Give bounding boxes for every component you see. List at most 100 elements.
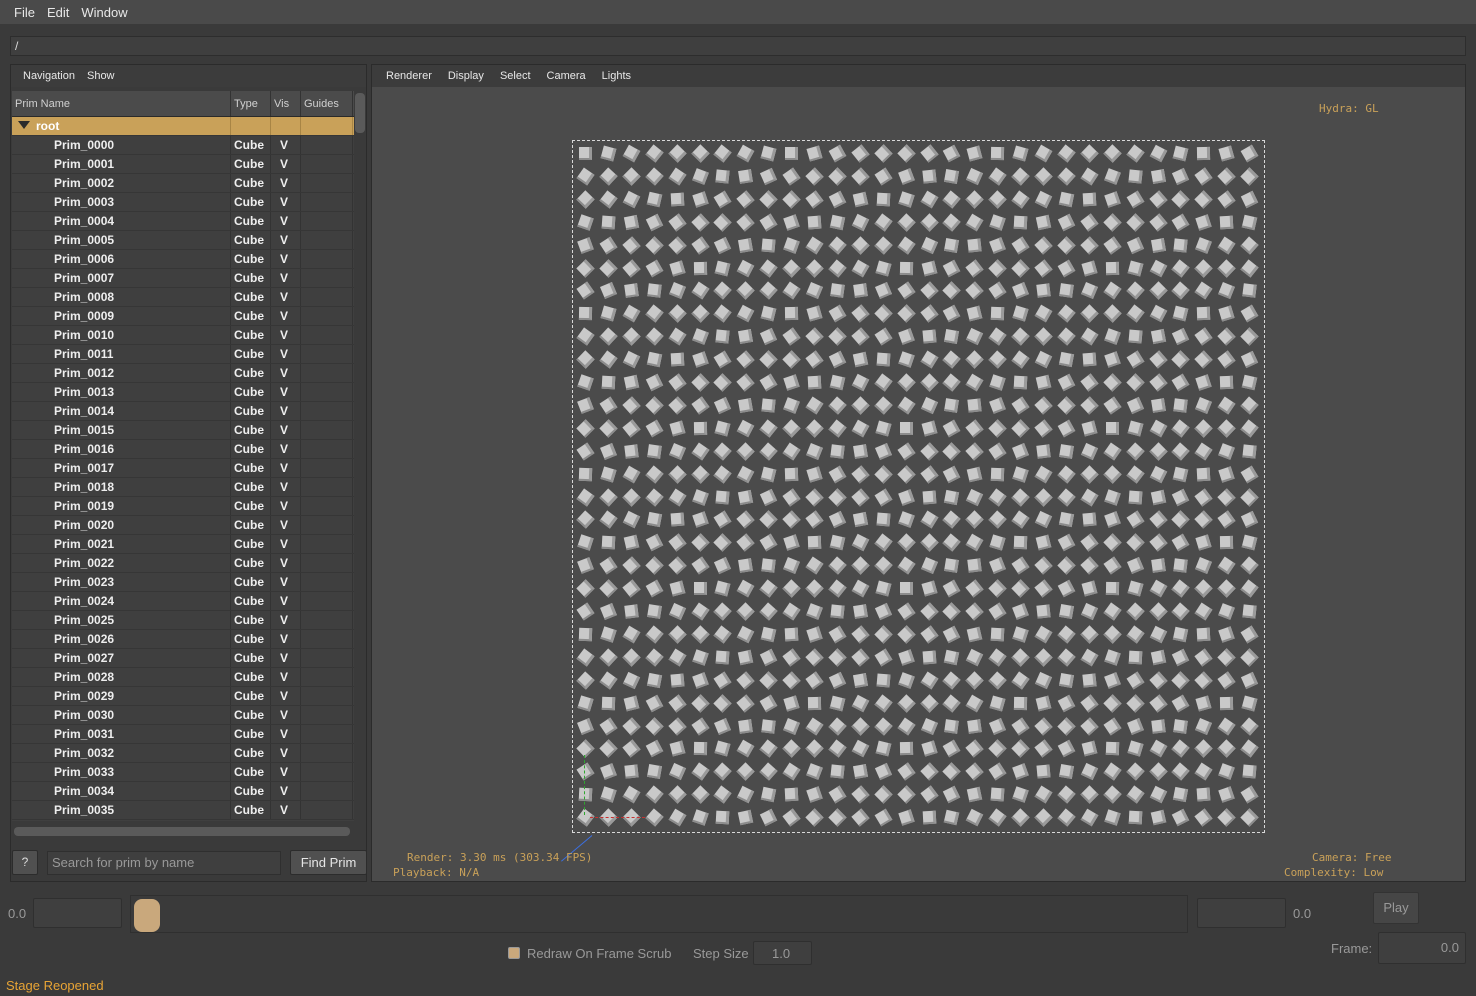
cube-prim[interactable] — [690, 716, 710, 736]
cube-prim[interactable] — [1197, 146, 1211, 161]
cube-prim[interactable] — [943, 419, 961, 438]
cube-prim[interactable] — [1240, 739, 1259, 759]
cube-prim[interactable] — [1171, 602, 1191, 621]
cube-prim[interactable] — [852, 764, 868, 780]
cube-prim[interactable] — [1150, 397, 1166, 413]
cube-prim[interactable] — [1103, 351, 1121, 368]
cube-prim[interactable] — [1057, 716, 1076, 736]
cube-prim[interactable] — [1217, 190, 1236, 209]
cube-prim[interactable] — [1218, 282, 1236, 300]
cube-prim[interactable] — [713, 625, 733, 644]
cube-prim[interactable] — [782, 350, 801, 369]
cube-prim[interactable] — [784, 467, 799, 481]
cube-prim[interactable] — [690, 602, 710, 621]
cube-prim[interactable] — [736, 740, 755, 758]
cube-prim[interactable] — [1172, 533, 1190, 552]
cube-prim[interactable] — [690, 442, 710, 461]
cube-prim[interactable] — [645, 534, 663, 552]
cube-prim[interactable] — [645, 464, 664, 484]
cube-prim[interactable] — [576, 258, 595, 278]
cube-prim[interactable] — [1196, 467, 1211, 481]
cube-prim[interactable] — [944, 558, 960, 574]
cube-prim[interactable] — [1080, 648, 1099, 667]
cube-prim[interactable] — [1103, 716, 1122, 736]
cube-prim[interactable] — [645, 327, 664, 346]
cube-prim[interactable] — [713, 671, 732, 690]
cube-prim[interactable] — [1125, 442, 1145, 461]
cube-prim[interactable] — [784, 787, 799, 802]
cube-prim[interactable] — [897, 556, 916, 575]
cube-prim[interactable] — [1080, 464, 1099, 484]
cube-prim[interactable] — [1103, 649, 1121, 666]
cube-prim[interactable] — [759, 579, 778, 598]
cube-prim[interactable] — [1125, 304, 1145, 323]
cube-prim[interactable] — [805, 808, 824, 827]
cube-prim[interactable] — [693, 582, 707, 596]
cube-prim[interactable] — [737, 419, 755, 438]
cube-prim[interactable] — [737, 785, 755, 804]
cube-prim[interactable] — [1194, 762, 1213, 781]
cube-prim[interactable] — [897, 442, 916, 461]
cube-prim[interactable] — [966, 305, 983, 322]
cube-prim[interactable] — [759, 602, 778, 621]
cube-prim[interactable] — [713, 785, 732, 804]
prim-tree[interactable]: Prim Name Type Vis Guides root Prim_0000… — [12, 91, 354, 821]
cube-prim[interactable] — [988, 281, 1007, 300]
cube-prim[interactable] — [690, 396, 710, 415]
cube-prim[interactable] — [897, 716, 916, 736]
cube-prim[interactable] — [828, 739, 847, 759]
cube-prim[interactable] — [805, 510, 824, 529]
cube-prim[interactable] — [714, 740, 731, 757]
find-prim-button[interactable]: Find Prim — [290, 850, 367, 875]
cube-prim[interactable] — [897, 511, 915, 529]
cube-prim[interactable] — [1125, 281, 1145, 301]
cube-prim[interactable] — [1034, 396, 1053, 415]
tree-row[interactable]: Prim_0027 Cube V — [12, 649, 354, 668]
cube-prim[interactable] — [782, 602, 801, 621]
cube-prim[interactable] — [713, 533, 733, 552]
cube-prim[interactable] — [1035, 214, 1052, 230]
cube-prim[interactable] — [805, 419, 824, 438]
cube-prim[interactable] — [1171, 350, 1191, 369]
prim-vis[interactable]: V — [271, 326, 301, 344]
cube-prim[interactable] — [1149, 419, 1167, 438]
cube-prim[interactable] — [782, 671, 801, 690]
cube-prim[interactable] — [1012, 442, 1030, 460]
cube-prim[interactable] — [990, 627, 1005, 642]
cube-prim[interactable] — [944, 329, 960, 345]
cube-prim[interactable] — [1217, 579, 1236, 598]
cube-prim[interactable] — [1036, 604, 1051, 619]
cube-prim[interactable] — [668, 488, 687, 506]
cube-prim[interactable] — [805, 167, 824, 186]
cube-prim[interactable] — [1105, 421, 1119, 435]
cube-prim[interactable] — [1126, 510, 1145, 529]
cube-prim[interactable] — [1057, 327, 1076, 346]
prim-vis[interactable]: V — [271, 231, 301, 249]
cube-prim[interactable] — [599, 510, 618, 529]
cube-prim[interactable] — [1102, 144, 1122, 163]
cube-prim[interactable] — [736, 533, 755, 552]
cube-prim[interactable] — [1034, 625, 1053, 644]
cube-prim[interactable] — [691, 809, 709, 826]
cube-prim[interactable] — [806, 603, 823, 620]
prim-search-input[interactable]: Search for prim by name — [47, 851, 281, 875]
cube-prim[interactable] — [690, 785, 710, 804]
cube-prim[interactable] — [851, 213, 869, 231]
cube-prim[interactable] — [667, 785, 687, 804]
tree-row[interactable]: Prim_0018 Cube V — [12, 478, 354, 497]
cube-prim[interactable] — [1149, 144, 1167, 163]
prim-vis[interactable]: V — [271, 668, 301, 686]
cube-prim[interactable] — [1058, 191, 1075, 208]
cube-prim[interactable] — [759, 648, 778, 666]
cube-prim[interactable] — [1240, 396, 1259, 415]
cube-prim[interactable] — [714, 420, 731, 437]
cube-prim[interactable] — [1218, 763, 1236, 781]
cube-prim[interactable] — [921, 420, 937, 437]
cube-prim[interactable] — [1148, 762, 1168, 781]
cube-prim[interactable] — [1080, 808, 1099, 827]
cube-prim[interactable] — [1103, 328, 1121, 346]
cube-prim[interactable] — [828, 625, 847, 644]
cube-prim[interactable] — [1241, 534, 1258, 551]
cube-prim[interactable] — [828, 808, 847, 827]
cube-prim[interactable] — [1240, 808, 1259, 827]
